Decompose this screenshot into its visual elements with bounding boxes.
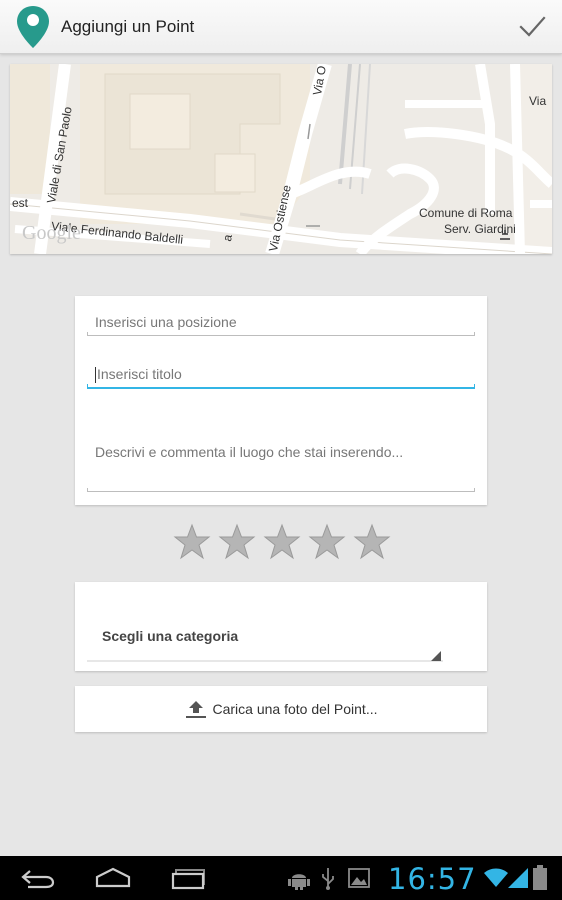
description-placeholder: Descrivi e commenta il luogo che stai in… <box>95 444 404 460</box>
home-icon[interactable] <box>94 866 132 890</box>
action-bar: Aggiungi un Point <box>0 0 562 54</box>
map-label-giardini: Serv. Giardini <box>444 222 516 236</box>
description-textarea[interactable]: Descrivi e commenta il luogo che stai in… <box>87 444 475 492</box>
star-2-icon[interactable] <box>218 523 256 561</box>
rating-bar[interactable] <box>173 523 395 561</box>
battery-icon <box>533 865 547 890</box>
usb-icon <box>322 868 334 890</box>
upload-photo-label: Carica una foto del Point... <box>212 701 378 717</box>
back-icon[interactable] <box>20 868 56 890</box>
status-clock: 16:57 <box>388 862 477 896</box>
star-3-icon[interactable] <box>263 523 301 561</box>
position-placeholder: Inserisci una posizione <box>95 314 237 330</box>
star-4-icon[interactable] <box>308 523 346 561</box>
page-title: Aggiungi un Point <box>61 17 195 36</box>
google-logo: Google <box>22 222 81 244</box>
image-icon <box>348 868 370 888</box>
title-input[interactable]: Inserisci titolo <box>87 366 475 389</box>
map-pin-icon[interactable] <box>16 4 50 50</box>
wifi-icon <box>484 868 508 887</box>
upload-photo-button[interactable]: Carica una foto del Point... <box>75 686 487 732</box>
point-form-card: Inserisci una posizione Inserisci titolo… <box>75 296 487 505</box>
system-nav-bar: 16:57 <box>0 856 562 900</box>
star-5-icon[interactable] <box>353 523 391 561</box>
spinner-underline <box>87 651 443 662</box>
position-input[interactable]: Inserisci una posizione <box>87 314 475 336</box>
signal-icon <box>508 868 528 888</box>
map-view[interactable]: Viale di San Paolo Viale Ferdinando Bald… <box>10 64 552 254</box>
map-label-est: est <box>12 196 29 210</box>
map-label-comune: Comune di Roma <box>419 206 513 220</box>
text-cursor <box>95 367 96 384</box>
category-spinner[interactable]: Scegli una categoria <box>75 582 487 671</box>
recent-apps-icon[interactable] <box>170 868 208 890</box>
title-placeholder: Inserisci titolo <box>97 366 182 382</box>
map-label-via-right: Via <box>529 94 547 108</box>
star-1-icon[interactable] <box>173 523 211 561</box>
android-debug-icon <box>288 874 310 890</box>
checkmark-icon[interactable] <box>516 12 548 42</box>
category-selected: Scegli una categoria <box>102 628 239 644</box>
upload-icon <box>185 701 206 718</box>
